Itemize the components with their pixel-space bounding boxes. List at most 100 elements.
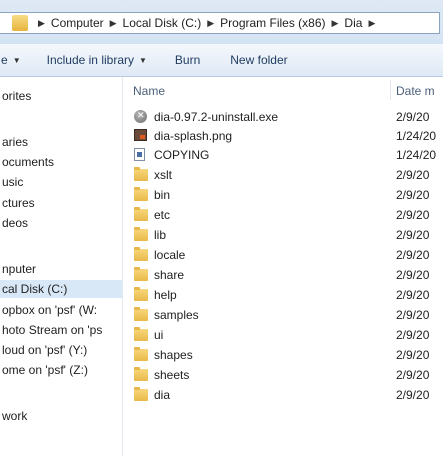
pane-divider[interactable] (122, 77, 123, 456)
nav-item-libraries[interactable]: aries (0, 133, 122, 151)
folder-icon (134, 167, 148, 182)
file-name: dia-splash.png (154, 129, 233, 143)
file-name: ui (154, 328, 164, 342)
column-header-date-modified[interactable]: Date m (396, 84, 435, 98)
folder-icon (134, 287, 148, 302)
file-row[interactable]: dia 2/9/20 (130, 386, 443, 405)
folder-icon (134, 347, 148, 362)
chevron-right-icon[interactable]: ▶ (207, 18, 214, 29)
file-row[interactable]: share 2/9/20 (130, 266, 443, 285)
breadcrumb-program-files[interactable]: Program Files (x86) ▶ (220, 16, 344, 30)
file-name: dia (154, 388, 171, 402)
file-row[interactable]: xslt 2/9/20 (130, 166, 443, 185)
chevron-right-icon[interactable]: ▶ (368, 18, 375, 29)
nav-item-home[interactable]: ome on 'psf' (Z:) (0, 361, 122, 379)
chevron-right-icon: ▶ (38, 17, 45, 28)
breadcrumb-label: Computer (50, 16, 104, 30)
nav-item-music[interactable]: usic (0, 173, 122, 191)
file-date: 2/9/20 (396, 168, 430, 182)
file-name: sheets (154, 368, 190, 382)
document-icon (134, 148, 148, 162)
file-date: 2/9/20 (396, 228, 430, 242)
file-date: 2/9/20 (396, 348, 430, 362)
column-header-name[interactable]: Name (133, 84, 165, 98)
breadcrumb-root-arrow[interactable]: ▶ (32, 18, 51, 29)
file-date: 2/9/20 (396, 248, 430, 262)
dropdown-arrow-icon: ▼ (12, 55, 21, 65)
breadcrumb-dia[interactable]: Dia (344, 16, 362, 30)
file-row[interactable]: bin 2/9/20 (130, 186, 443, 205)
file-row[interactable]: sheets 2/9/20 (130, 366, 443, 385)
nav-item-documents[interactable]: ocuments (0, 153, 122, 171)
uninstall-exe-icon (134, 110, 148, 124)
folder-icon (134, 247, 148, 262)
organize-label: e (1, 53, 8, 67)
nav-item-favorites[interactable]: orites (0, 87, 122, 105)
command-bar: e ▼ Include in library ▼ Burn New folder (0, 44, 443, 77)
breadcrumb-label: Dia (344, 16, 363, 30)
nav-item-pictures[interactable]: ctures (0, 194, 122, 212)
breadcrumb-computer[interactable]: Computer ▶ (51, 16, 123, 30)
folder-icon (134, 207, 148, 222)
file-name: samples (154, 308, 199, 322)
file-row[interactable]: shapes 2/9/20 (130, 346, 443, 365)
new-folder-button[interactable]: New folder (230, 53, 287, 67)
nav-item-computer[interactable]: nputer (0, 260, 122, 278)
file-name: help (154, 288, 177, 302)
file-row[interactable]: dia-splash.png 1/24/20 (130, 127, 443, 146)
chevron-right-icon[interactable]: ▶ (332, 18, 339, 29)
png-image-icon (134, 129, 148, 143)
file-date: 2/9/20 (396, 268, 430, 282)
nav-item-dropbox[interactable]: opbox on 'psf' (W: (0, 301, 122, 319)
folder-icon (134, 267, 148, 282)
nav-item-photo-stream[interactable]: hoto Stream on 'ps (0, 321, 122, 339)
new-folder-label: New folder (230, 53, 288, 67)
breadcrumb-label: Program Files (x86) (220, 16, 326, 30)
file-date: 2/9/20 (396, 188, 430, 202)
burn-label: Burn (174, 53, 201, 67)
file-row[interactable]: lib 2/9/20 (130, 226, 443, 245)
folder-icon (134, 387, 148, 402)
file-name: COPYING (154, 148, 210, 162)
nav-item-network[interactable]: work (0, 407, 122, 425)
folder-icon (12, 15, 28, 31)
file-name: xslt (154, 168, 172, 182)
nav-item-videos[interactable]: deos (0, 214, 122, 232)
include-in-library-button[interactable]: Include in library ▼ (47, 53, 147, 67)
dropdown-arrow-icon: ▼ (138, 55, 147, 65)
file-name: share (154, 268, 185, 282)
breadcrumb-label: Local Disk (C:) (122, 16, 202, 30)
file-row[interactable]: locale 2/9/20 (130, 246, 443, 265)
file-date: 2/9/20 (396, 110, 430, 124)
file-date: 2/9/20 (396, 328, 430, 342)
file-name: lib (154, 228, 167, 242)
file-name: locale (154, 248, 186, 262)
organize-button[interactable]: e ▼ (1, 53, 21, 67)
burn-button[interactable]: Burn (175, 53, 200, 67)
nav-item-local-disk[interactable]: cal Disk (C:) (0, 280, 122, 298)
folder-icon (134, 327, 148, 342)
file-date: 1/24/20 (396, 129, 437, 143)
file-row[interactable]: COPYING 1/24/20 (130, 146, 443, 165)
file-row[interactable]: etc 2/9/20 (130, 206, 443, 225)
file-date: 2/9/20 (396, 288, 430, 302)
file-date: 2/9/20 (396, 368, 430, 382)
folder-icon (134, 187, 148, 202)
breadcrumb[interactable]: ▶ Computer ▶ Local Disk (C:) ▶ Program Fil… (0, 12, 440, 34)
file-row[interactable]: help 2/9/20 (130, 286, 443, 305)
file-row[interactable]: ui 2/9/20 (130, 326, 443, 345)
file-name: etc (154, 208, 171, 222)
include-in-library-label: Include in library (46, 53, 134, 67)
column-divider[interactable] (390, 80, 391, 100)
file-date: 2/9/20 (396, 388, 430, 402)
navigation-pane[interactable]: orites aries ocuments usic ctures deos n… (0, 77, 122, 456)
file-row[interactable]: dia-0.97.2-uninstall.exe 2/9/20 (130, 108, 443, 127)
nav-item-icloud[interactable]: loud on 'psf' (Y:) (0, 341, 122, 359)
file-name: bin (154, 188, 171, 202)
file-date: 2/9/20 (396, 208, 430, 222)
address-bar-area: ▶ Computer ▶ Local Disk (C:) ▶ Program Fil… (0, 0, 443, 44)
file-row[interactable]: samples 2/9/20 (130, 306, 443, 325)
chevron-right-icon[interactable]: ▶ (110, 18, 117, 29)
folder-icon (134, 227, 148, 242)
breadcrumb-local-disk[interactable]: Local Disk (C:) ▶ (123, 16, 221, 30)
